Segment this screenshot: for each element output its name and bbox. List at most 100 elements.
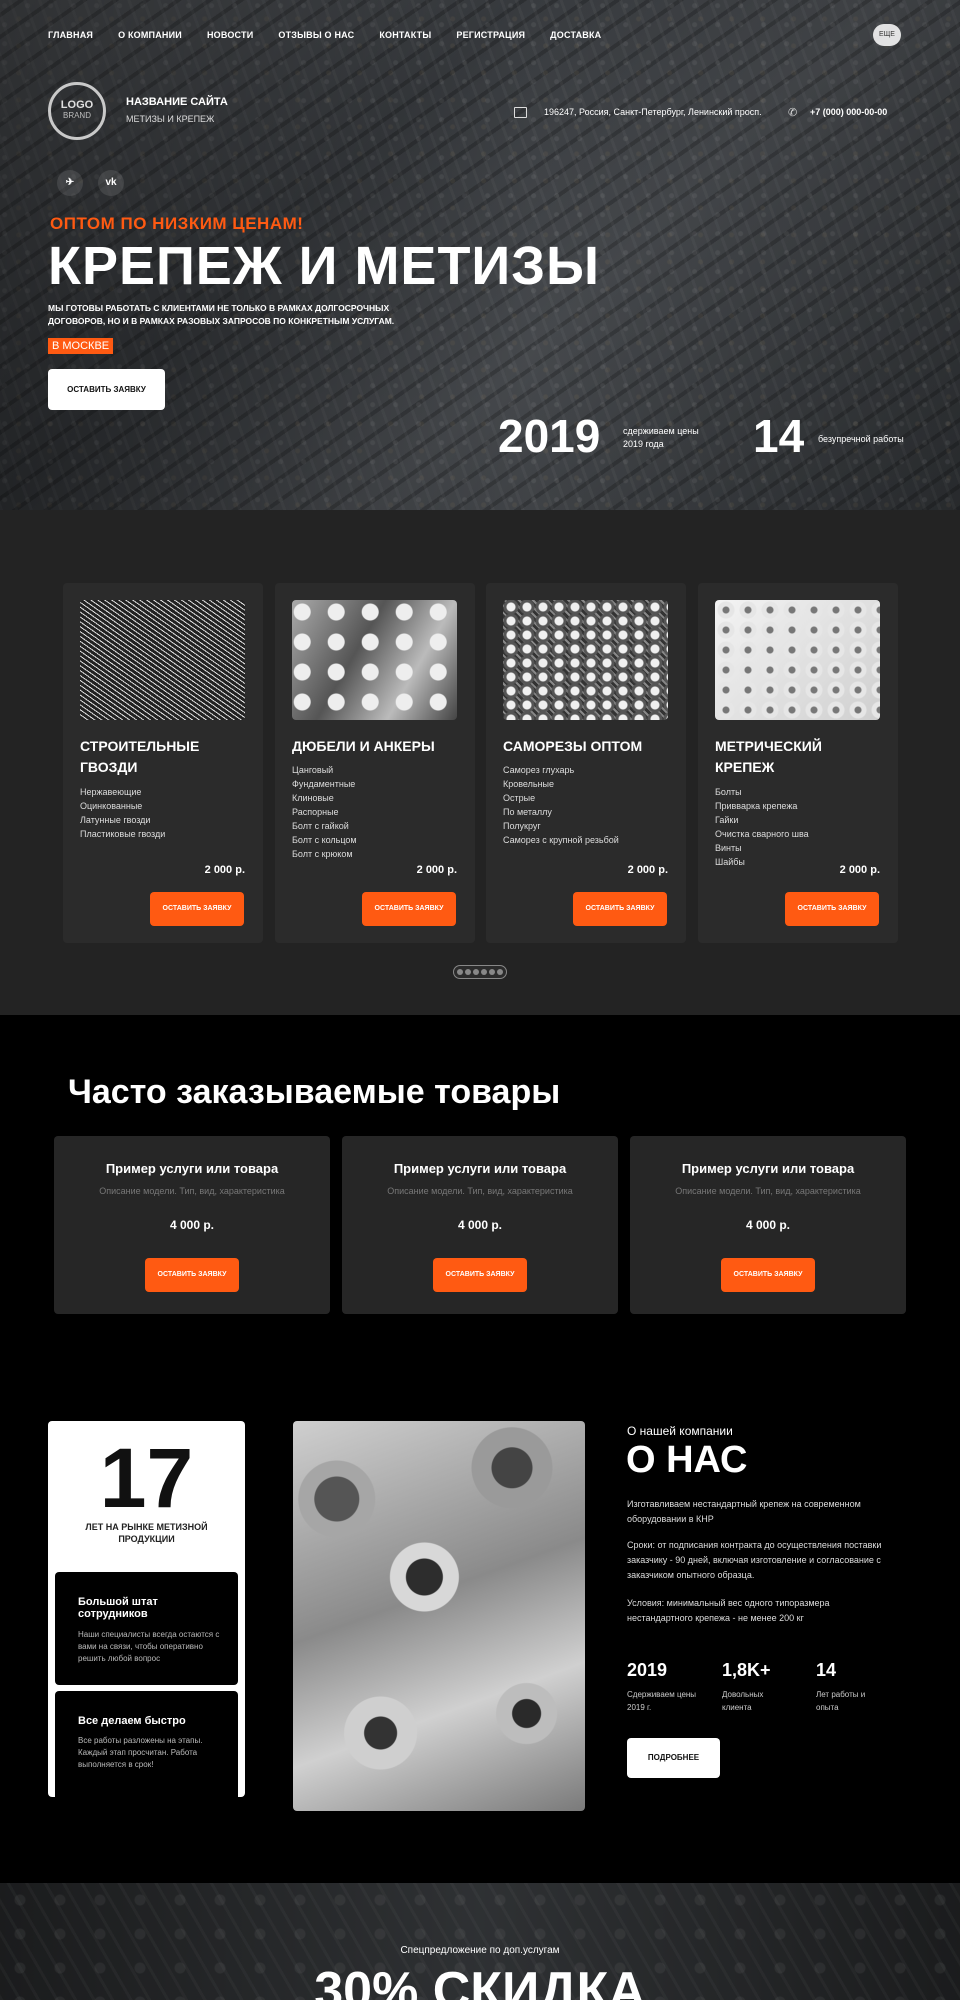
list-item[interactable]: Шайбы bbox=[715, 855, 809, 869]
hero-stat2-value: 14 bbox=[753, 410, 805, 462]
carousel-dot[interactable] bbox=[489, 969, 495, 975]
list-item[interactable]: Цанговый bbox=[292, 763, 357, 777]
main-nav: ГЛАВНАЯ О КОМПАНИИ НОВОСТИ ОТЗЫВЫ О НАС … bbox=[48, 30, 626, 40]
category-title: ДЮБЕЛИ И АНКЕРЫ bbox=[292, 738, 435, 754]
category-card: САМОРЕЗЫ ОПТОМ Саморез глухарь Кровельны… bbox=[486, 583, 686, 943]
phone-icon: ✆ bbox=[788, 107, 798, 119]
hero-city-badge: В МОСКВЕ bbox=[48, 338, 114, 354]
about-stat-caption: Лет работы и опыта bbox=[816, 1690, 866, 1712]
category-list: Нержавеющие Оцинкованные Латунные гвозди… bbox=[80, 785, 165, 841]
category-image-metric bbox=[715, 600, 880, 720]
list-item[interactable]: Острые bbox=[503, 791, 619, 805]
hero-stat1-value: 2019 bbox=[498, 410, 601, 462]
product-name: Пример услуги или товара bbox=[393, 1161, 567, 1176]
hero-cta-button[interactable]: ОСТАВИТЬ ЗАЯВКУ bbox=[48, 369, 165, 410]
hero-title: КРЕПЕЖ И МЕТИЗЫ bbox=[48, 236, 600, 296]
vk-icon[interactable]: vk bbox=[98, 170, 124, 196]
discount-banner: Спецпредложение по доп.услугам 30% СКИДК… bbox=[0, 1883, 960, 2000]
about-stat-value: 14 bbox=[816, 1660, 837, 1680]
banner-title: 30% СКИДКА bbox=[314, 1962, 646, 2000]
carousel-dot[interactable] bbox=[473, 969, 479, 975]
nav-registration[interactable]: РЕГИСТРАЦИЯ bbox=[456, 30, 525, 40]
category-price: 2 000 р. bbox=[204, 864, 245, 876]
list-item[interactable]: По металлу bbox=[503, 805, 619, 819]
nav-home[interactable]: ГЛАВНАЯ bbox=[48, 30, 93, 40]
category-price: 2 000 р. bbox=[416, 864, 457, 876]
hero-promo: ОПТОМ ПО НИЗКИМ ЦЕНАМ! bbox=[50, 214, 304, 233]
list-item[interactable]: Болт с гайкой bbox=[292, 819, 357, 833]
about-title: О НАС bbox=[626, 1439, 748, 1481]
category-card: ДЮБЕЛИ И АНКЕРЫ Цанговый Фундаментные Кл… bbox=[275, 583, 475, 943]
list-item[interactable]: Пластиковые гвозди bbox=[80, 827, 165, 841]
feature-desc: Наши специалисты всегда остаются с вами … bbox=[78, 1630, 220, 1663]
category-image-nails bbox=[80, 600, 245, 720]
category-list: Саморез глухарь Кровельные Острые По мет… bbox=[503, 763, 619, 847]
list-item[interactable]: Саморез с крупной резьбой bbox=[503, 833, 619, 847]
list-item[interactable]: Болт с кольцом bbox=[292, 833, 357, 847]
order-button[interactable]: ОСТАВИТЬ ЗАЯВКУ bbox=[573, 892, 667, 926]
list-item[interactable]: Винты bbox=[715, 841, 809, 855]
order-button[interactable]: ОСТАВИТЬ ЗАЯВКУ bbox=[785, 892, 879, 926]
order-button[interactable]: ОСТАВИТЬ ЗАЯВКУ bbox=[150, 892, 244, 926]
nav-news[interactable]: НОВОСТИ bbox=[207, 30, 253, 40]
category-image-screws bbox=[503, 600, 668, 720]
list-item[interactable]: Полукруг bbox=[503, 819, 619, 833]
building-icon bbox=[514, 107, 527, 118]
product-desc: Описание модели. Тип, вид, характеристик… bbox=[387, 1186, 573, 1196]
list-item[interactable]: Кровельные bbox=[503, 777, 619, 791]
nav-reviews[interactable]: ОТЗЫВЫ О НАС bbox=[278, 30, 354, 40]
list-item[interactable]: Гайки bbox=[715, 813, 809, 827]
hero-stat2-caption: безупречной работы bbox=[818, 434, 904, 444]
list-item[interactable]: Болты bbox=[715, 785, 809, 799]
years-value: 17 bbox=[99, 1431, 194, 1525]
popular-title: Часто заказываемые товары bbox=[68, 1073, 561, 1111]
years-card: 17 ЛЕТ НА РЫНКЕ МЕТИЗНОЙ ПРОДУКЦИИ Больш… bbox=[48, 1421, 245, 1804]
product-price: 4 000 р. bbox=[745, 1218, 791, 1232]
list-item[interactable]: Распорные bbox=[292, 805, 357, 819]
logo[interactable]: LOGO BRAND bbox=[48, 82, 106, 140]
about-image bbox=[293, 1421, 585, 1811]
nav-delivery[interactable]: ДОСТАВКА bbox=[550, 30, 601, 40]
about-stat-caption: Довольных клиента bbox=[722, 1690, 764, 1712]
nav-more-button[interactable]: ЕЩЕ bbox=[873, 24, 901, 46]
nav-contacts[interactable]: КОНТАКТЫ bbox=[379, 30, 431, 40]
list-item[interactable]: Фундаментные bbox=[292, 777, 357, 791]
list-item[interactable]: Нержавеющие bbox=[80, 785, 165, 799]
carousel-dot[interactable] bbox=[497, 969, 503, 975]
hero-lead: МЫ ГОТОВЫ РАБОТАТЬ С КЛИЕНТАМИ НЕ ТОЛЬКО… bbox=[48, 303, 395, 326]
list-item[interactable]: Болт с крюком bbox=[292, 847, 357, 861]
list-item[interactable]: Клиновые bbox=[292, 791, 357, 805]
hero-section: ГЛАВНАЯ О КОМПАНИИ НОВОСТИ ОТЗЫВЫ О НАС … bbox=[0, 0, 960, 510]
site-name: НАЗВАНИЕ САЙТА bbox=[126, 96, 228, 108]
order-button[interactable]: ОСТАВИТЬ ЗАЯВКУ bbox=[721, 1258, 815, 1292]
list-item[interactable]: Очистка сварного шва bbox=[715, 827, 809, 841]
categories-section: СТРОИТЕЛЬНЫЕ ГВОЗДИ Нержавеющие Оцинкова… bbox=[0, 510, 960, 1015]
product-price: 4 000 р. bbox=[457, 1218, 503, 1232]
list-item[interactable]: Латунные гвозди bbox=[80, 813, 165, 827]
product-price: 4 000 р. bbox=[169, 1218, 215, 1232]
telegram-icon[interactable]: ✈ bbox=[57, 170, 83, 196]
order-button[interactable]: ОСТАВИТЬ ЗАЯВКУ bbox=[433, 1258, 527, 1292]
carousel-dot[interactable] bbox=[457, 969, 463, 975]
feature-card: Все делаем быстро Все работы разложены н… bbox=[55, 1691, 238, 1804]
category-title: САМОРЕЗЫ ОПТОМ bbox=[503, 738, 643, 754]
phone-link[interactable]: +7 (000) 000-00-00 bbox=[810, 107, 887, 117]
list-item[interactable]: Привварка крепежа bbox=[715, 799, 809, 813]
product-card: Пример услуги или товара Описание модели… bbox=[630, 1136, 906, 1314]
list-item[interactable]: Саморез глухарь bbox=[503, 763, 619, 777]
hero-stat1-caption: сдерживаем цены 2019 года bbox=[623, 426, 699, 449]
logo-line2: BRAND bbox=[62, 111, 91, 120]
years-caption: ЛЕТ НА РЫНКЕ МЕТИЗНОЙ ПРОДУКЦИИ bbox=[85, 1522, 208, 1544]
product-desc: Описание модели. Тип, вид, характеристик… bbox=[675, 1186, 861, 1196]
carousel-dot[interactable] bbox=[481, 969, 487, 975]
more-button[interactable]: ПОДРОБНЕЕ bbox=[627, 1738, 720, 1778]
category-list: Болты Привварка крепежа Гайки Очистка св… bbox=[715, 785, 809, 869]
order-button[interactable]: ОСТАВИТЬ ЗАЯВКУ bbox=[362, 892, 456, 926]
list-item[interactable]: Оцинкованные bbox=[80, 799, 165, 813]
nav-about[interactable]: О КОМПАНИИ bbox=[118, 30, 182, 40]
carousel-dots[interactable] bbox=[453, 965, 507, 979]
order-button[interactable]: ОСТАВИТЬ ЗАЯВКУ bbox=[145, 1258, 239, 1292]
carousel-dot[interactable] bbox=[465, 969, 471, 975]
category-title: МЕТРИЧЕСКИЙ КРЕПЕЖ bbox=[715, 738, 822, 775]
product-name: Пример услуги или товара bbox=[105, 1161, 279, 1176]
